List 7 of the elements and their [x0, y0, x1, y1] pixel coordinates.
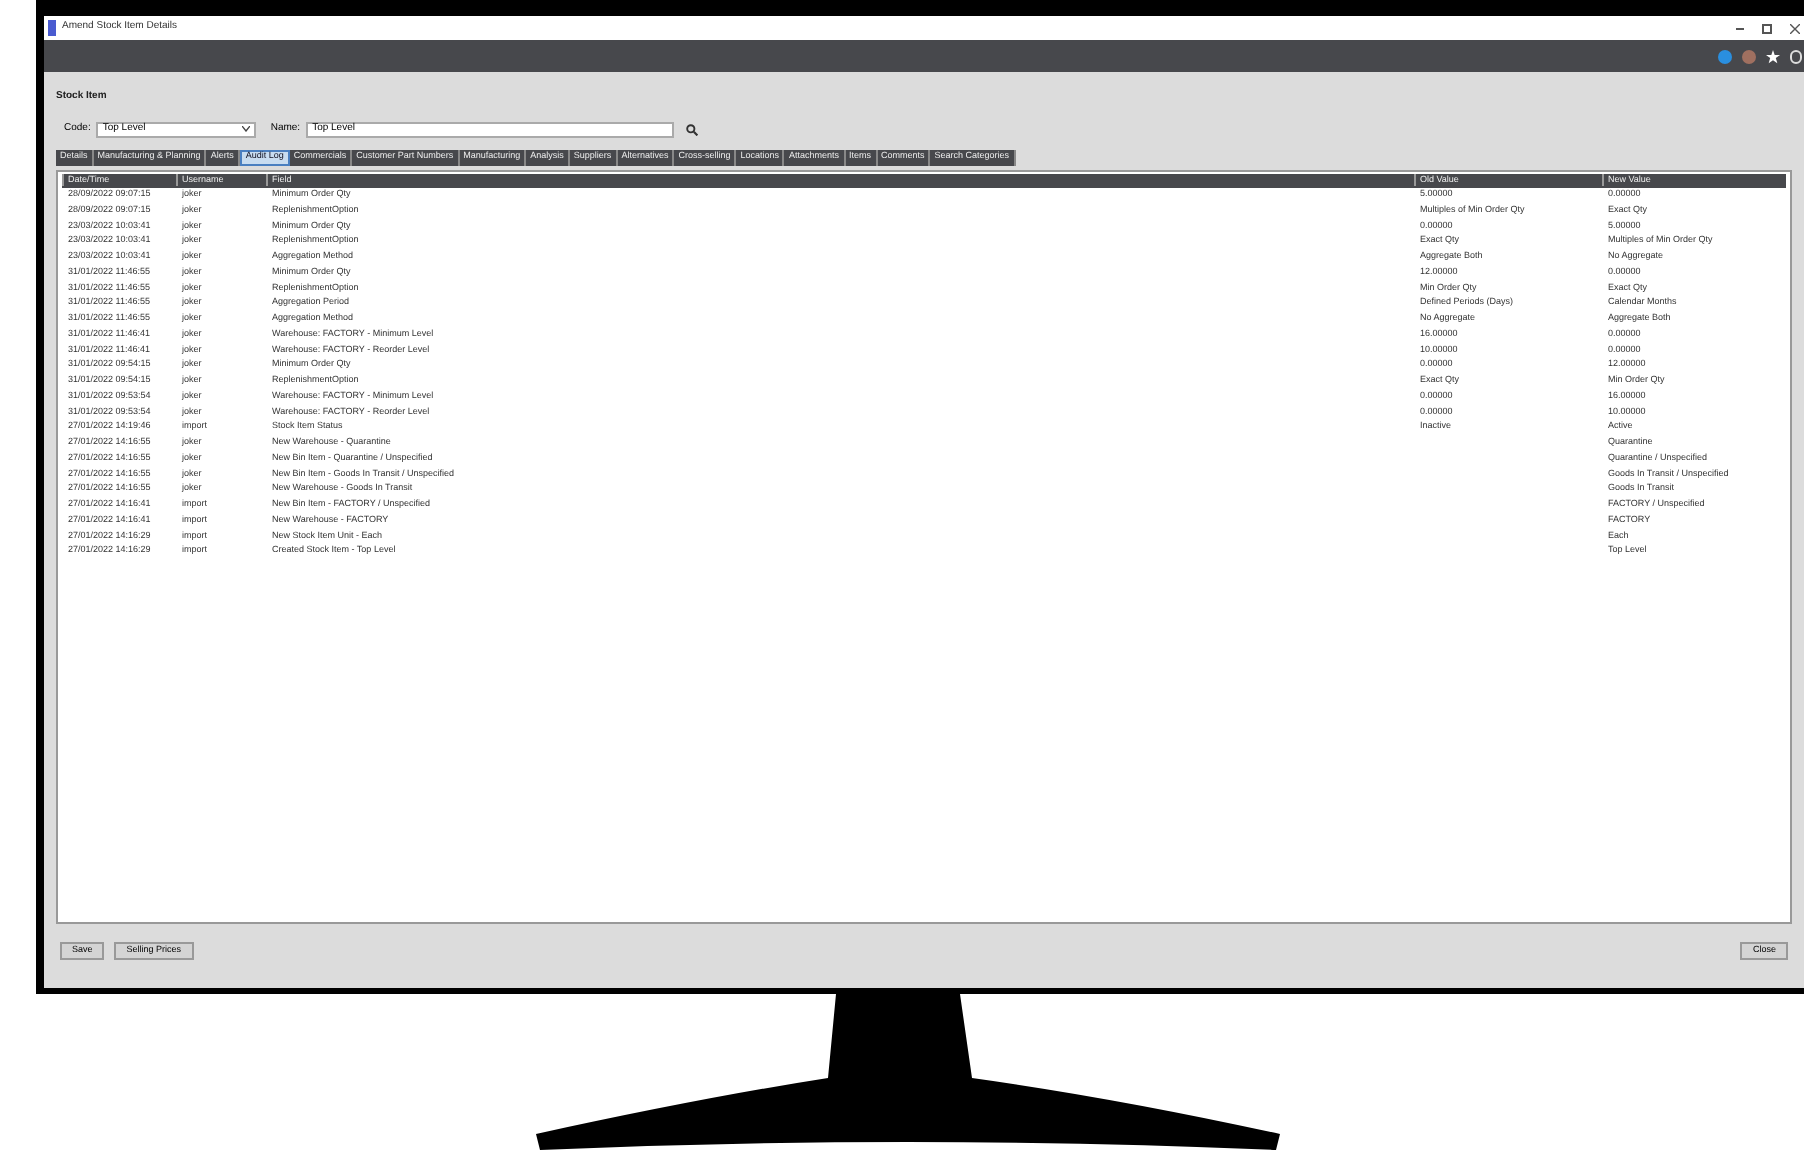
app-icon	[48, 20, 56, 36]
close-icon[interactable]	[1790, 23, 1800, 33]
star-icon[interactable]	[1766, 49, 1780, 63]
minimize-icon[interactable]	[1736, 27, 1744, 29]
search-icon[interactable]	[686, 123, 699, 135]
caret-icon	[242, 126, 251, 132]
restore-icon[interactable]	[1762, 23, 1772, 33]
